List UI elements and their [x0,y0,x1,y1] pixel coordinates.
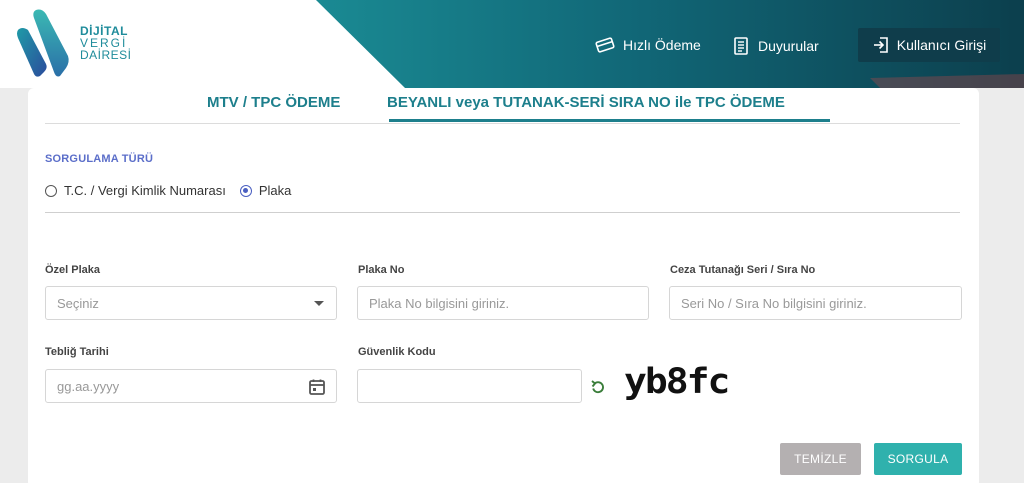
logo-wordmark: DİJİTAL VERGİ DAİRESİ [80,25,132,61]
tab-mtv-tpc-payment[interactable]: MTV / TPC ÖDEME [207,94,340,111]
credit-card-icon [595,37,615,53]
special-plate-label: Özel Plaka [45,264,101,276]
plate-no-label: Plaka No [358,264,405,276]
refresh-captcha-icon[interactable] [589,378,607,396]
query-type-label: SORGULAMA TÜRÜ [45,153,154,165]
security-code-input[interactable] [357,369,582,403]
security-code-label: Güvenlik Kodu [358,346,436,358]
login-button[interactable]: Kullanıcı Girişi [858,28,1000,62]
radio-plate-label[interactable]: Plaka [259,183,292,198]
ticket-serial-input[interactable] [669,286,962,320]
nav-quick-pay[interactable]: Hızlı Ödeme [595,36,701,54]
top-header: DİJİTAL VERGİ DAİRESİ Hızlı Ödeme Duyuru… [0,0,1024,88]
special-plate-value: Seçiniz [57,295,99,311]
login-button-label: Kullanıcı Girişi [896,37,987,53]
radio-tc-tax-id-label[interactable]: T.C. / Vergi Kimlik Numarası [64,183,226,198]
ticket-serial-label: Ceza Tutanağı Seri / Sıra No [670,264,816,276]
submit-query-button[interactable]: SORGULA [874,443,962,475]
special-plate-select[interactable]: Seçiniz [45,286,337,320]
nav-announcements-label: Duyurular [758,38,819,54]
plate-no-input[interactable] [357,286,649,320]
tab-bar: MTV / TPC ÖDEME BEYANLI veya TUTANAK-SER… [45,88,960,124]
login-icon [873,37,888,53]
tab-declared-ticket-payment[interactable]: BEYANLI veya TUTANAK-SERİ SIRA NO ile TP… [387,94,785,111]
clear-button[interactable]: TEMİZLE [780,443,861,475]
notice-date-field[interactable]: gg.aa.yyyy [45,369,337,403]
calendar-icon[interactable] [308,378,326,396]
nav-announcements[interactable]: Duyurular [732,36,819,56]
logo-line-3: DAİRESİ [80,48,132,62]
captcha-image: yb8fc [624,360,730,402]
notice-date-label: Tebliğ Tarihi [45,346,109,358]
document-list-icon [734,37,748,55]
active-tab-indicator [389,119,830,122]
notice-date-placeholder: gg.aa.yyyy [57,378,120,394]
payment-form-card: MTV / TPC ÖDEME BEYANLI veya TUTANAK-SER… [28,88,979,483]
radio-tc-tax-id[interactable] [45,184,57,197]
chevron-down-icon [314,301,324,306]
nav-quick-pay-label: Hızlı Ödeme [623,37,701,53]
radio-plate[interactable] [239,184,252,197]
section-divider [45,212,960,213]
query-type-radio-group: T.C. / Vergi Kimlik Numarası Plaka [45,183,305,198]
